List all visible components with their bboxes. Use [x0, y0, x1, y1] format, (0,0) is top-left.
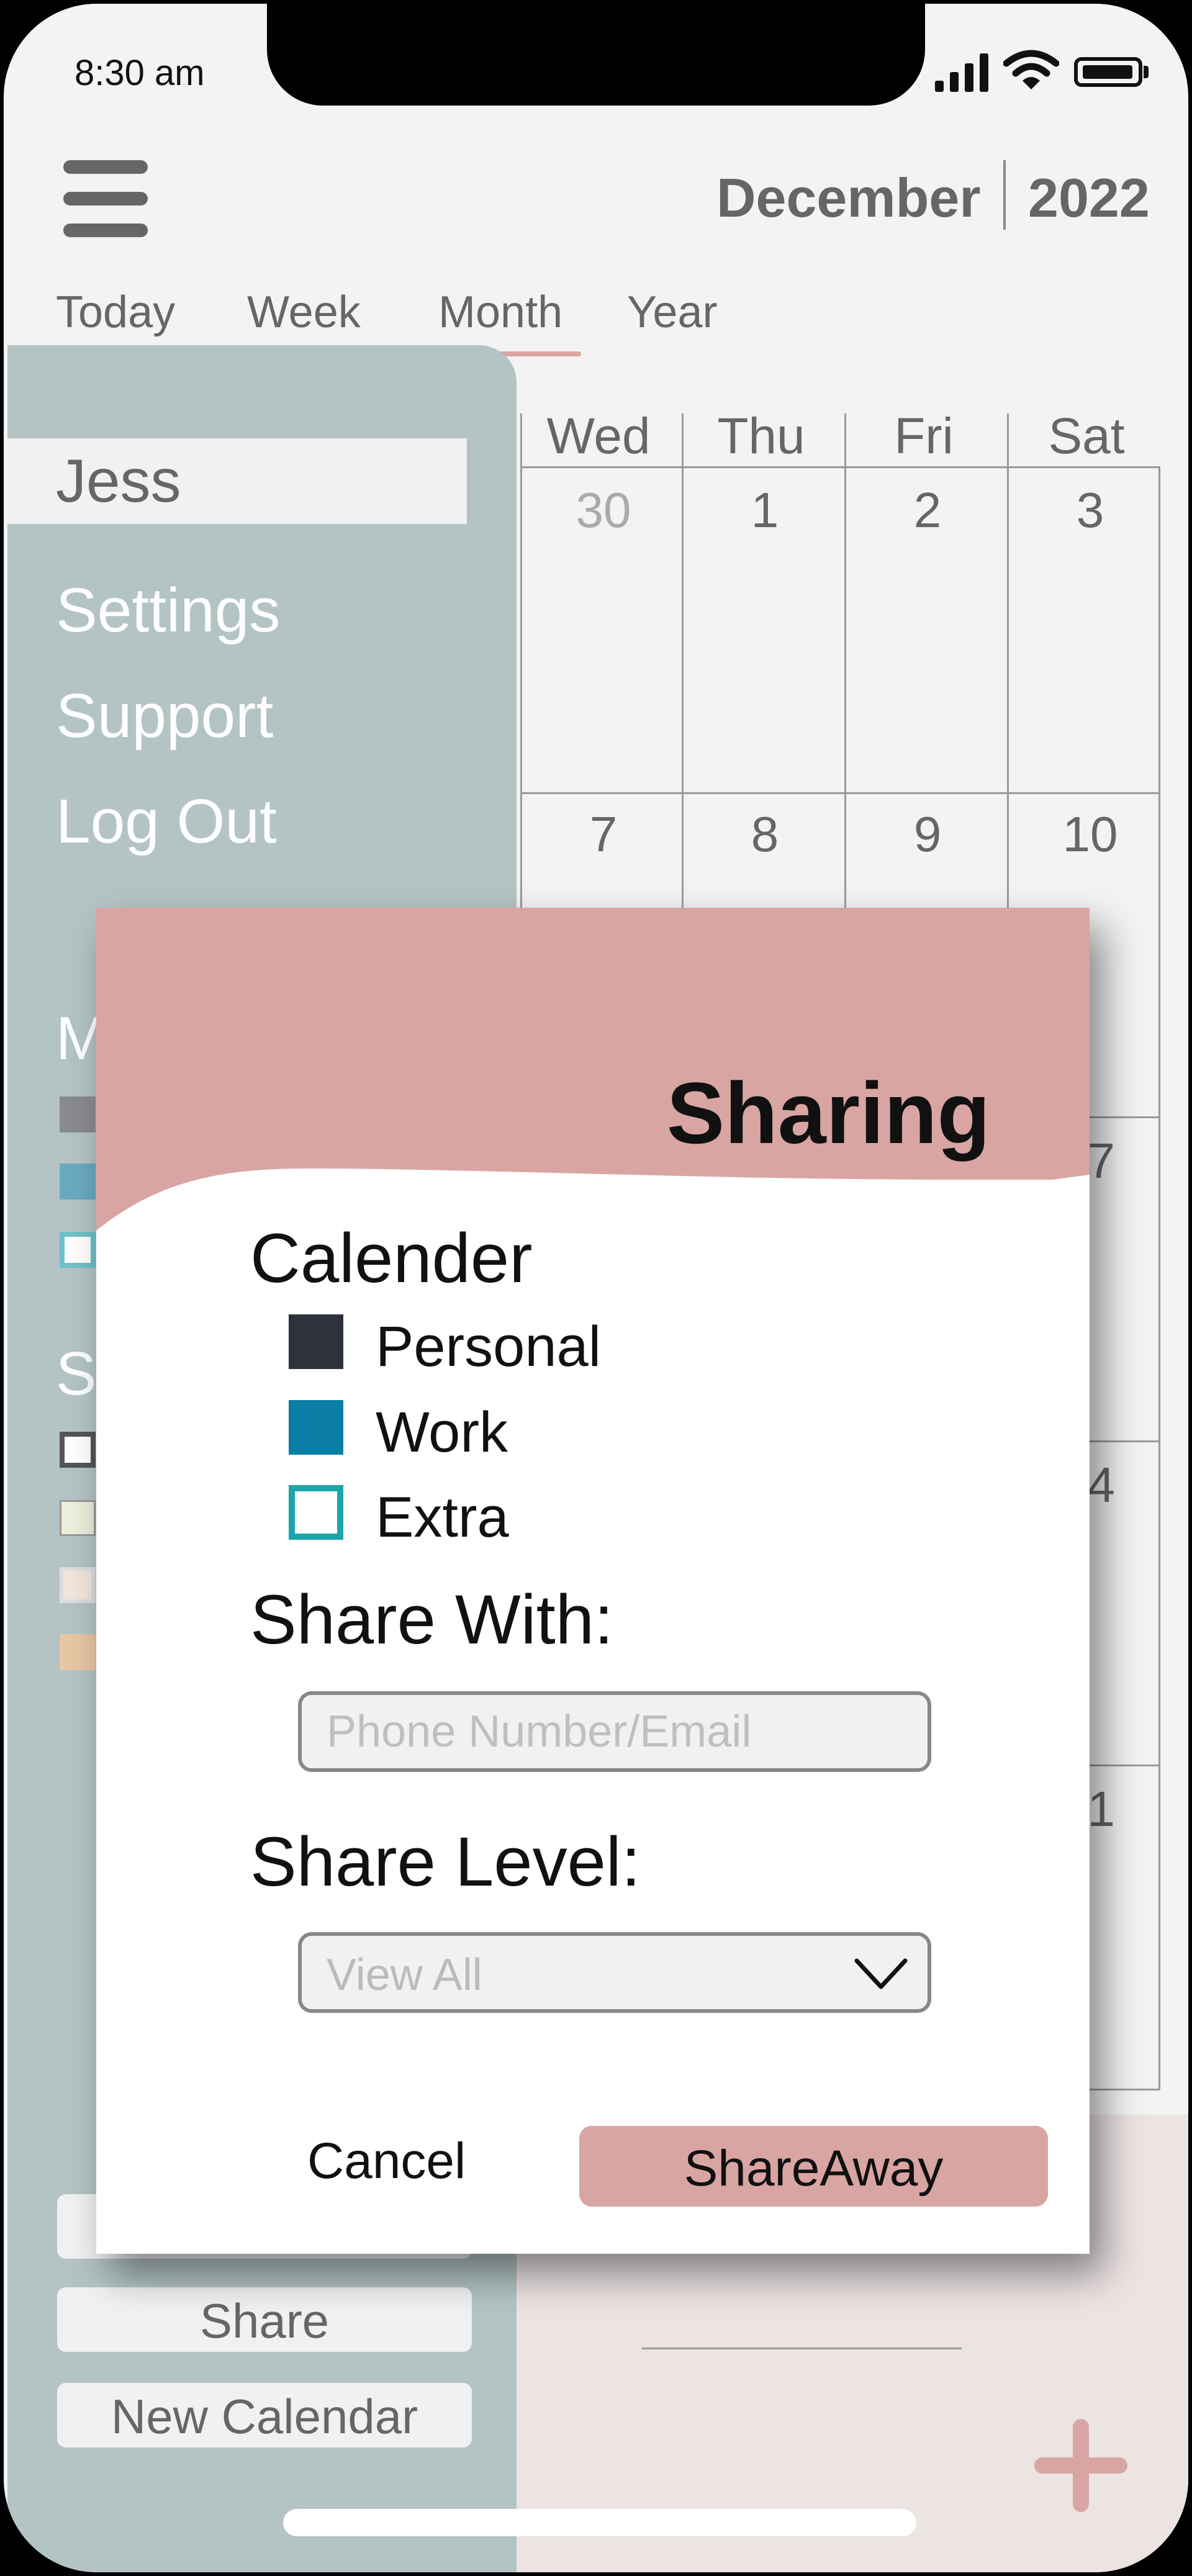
new-calendar-button[interactable]: New Calendar: [57, 2383, 472, 2447]
sidebar-calendar-swatch-gray[interactable]: [60, 1096, 96, 1132]
year-label[interactable]: 2022: [1028, 166, 1150, 230]
day-cell-1[interactable]: 1: [684, 482, 846, 539]
bottom-divider: [642, 2348, 962, 2349]
sidebar-item-support[interactable]: Support: [56, 680, 273, 752]
share-away-button[interactable]: ShareAway: [579, 2126, 1048, 2207]
day-cell-9[interactable]: 9: [847, 806, 1008, 863]
dialog-title: Sharing: [666, 1064, 990, 1162]
sidebar-calendar-swatch-blue[interactable]: [60, 1164, 96, 1200]
day-header-sat: Sat: [1048, 408, 1125, 464]
battery-level: [1083, 65, 1132, 79]
day-header-fri: Fri: [894, 408, 954, 464]
day-cell-10[interactable]: 10: [1009, 806, 1171, 863]
month-year-divider: [1003, 160, 1006, 230]
battery-tip: [1144, 66, 1149, 78]
tab-year[interactable]: Year: [627, 287, 717, 338]
sharing-dialog: Sharing Calender Personal Work Extra Sha…: [96, 908, 1090, 2254]
day-header-wed: Wed: [546, 408, 651, 464]
day-header-thu: Thu: [717, 408, 805, 464]
tab-month[interactable]: Month: [438, 287, 562, 338]
wifi-icon: [1003, 50, 1059, 89]
sidebar-shared-swatch-4[interactable]: [60, 1634, 96, 1670]
day-cell-30[interactable]: 30: [523, 482, 684, 539]
share-level-label: Share Level:: [250, 1823, 641, 1900]
home-indicator[interactable]: [283, 2509, 916, 2536]
add-event-icon[interactable]: [1034, 2419, 1127, 2512]
phone-frame: December 2022 Today Week Month Year Wed …: [0, 0, 1192, 2576]
day-cell-8[interactable]: 8: [684, 806, 846, 863]
day-cell-2[interactable]: 2: [847, 482, 1008, 539]
sidebar-item-settings[interactable]: Settings: [56, 575, 280, 646]
share-level-select[interactable]: View All: [298, 1932, 931, 2013]
sidebar-calendar-swatch-extra[interactable]: [60, 1232, 96, 1268]
sidebar-shared-swatch-1[interactable]: [60, 1432, 96, 1468]
sidebar-item-logout[interactable]: Log Out: [56, 786, 277, 857]
status-time: 8:30 am: [74, 53, 205, 93]
work-color-swatch[interactable]: [289, 1400, 343, 1455]
sidebar-shared-swatch-3[interactable]: [60, 1567, 96, 1603]
work-label: Work: [376, 1401, 508, 1464]
share-button[interactable]: Share: [57, 2287, 472, 2352]
share-level-value: View All: [327, 1950, 482, 2000]
sidebar-user-name: Jess: [56, 446, 181, 515]
share-with-input[interactable]: [298, 1691, 931, 1772]
device-notch: [267, 0, 925, 106]
battery-icon: [1074, 57, 1142, 87]
extra-color-swatch[interactable]: [289, 1485, 343, 1540]
day-cell-3[interactable]: 3: [1009, 482, 1171, 539]
calendar-section-label: Calender: [250, 1219, 533, 1297]
share-with-label: Share With:: [250, 1581, 614, 1658]
cancel-button[interactable]: Cancel: [307, 2132, 466, 2190]
month-label[interactable]: December: [716, 166, 981, 230]
tab-week[interactable]: Week: [247, 287, 361, 338]
chevron-down-icon: [854, 1958, 908, 1989]
personal-label: Personal: [376, 1315, 602, 1378]
extra-label: Extra: [376, 1486, 509, 1549]
personal-color-swatch[interactable]: [289, 1314, 343, 1369]
hamburger-menu-icon[interactable]: [63, 160, 148, 237]
day-cell-7[interactable]: 7: [523, 806, 684, 863]
sidebar-shared-swatch-2[interactable]: [60, 1500, 96, 1536]
cellular-signal-icon: [935, 53, 991, 92]
tab-today[interactable]: Today: [56, 287, 175, 338]
